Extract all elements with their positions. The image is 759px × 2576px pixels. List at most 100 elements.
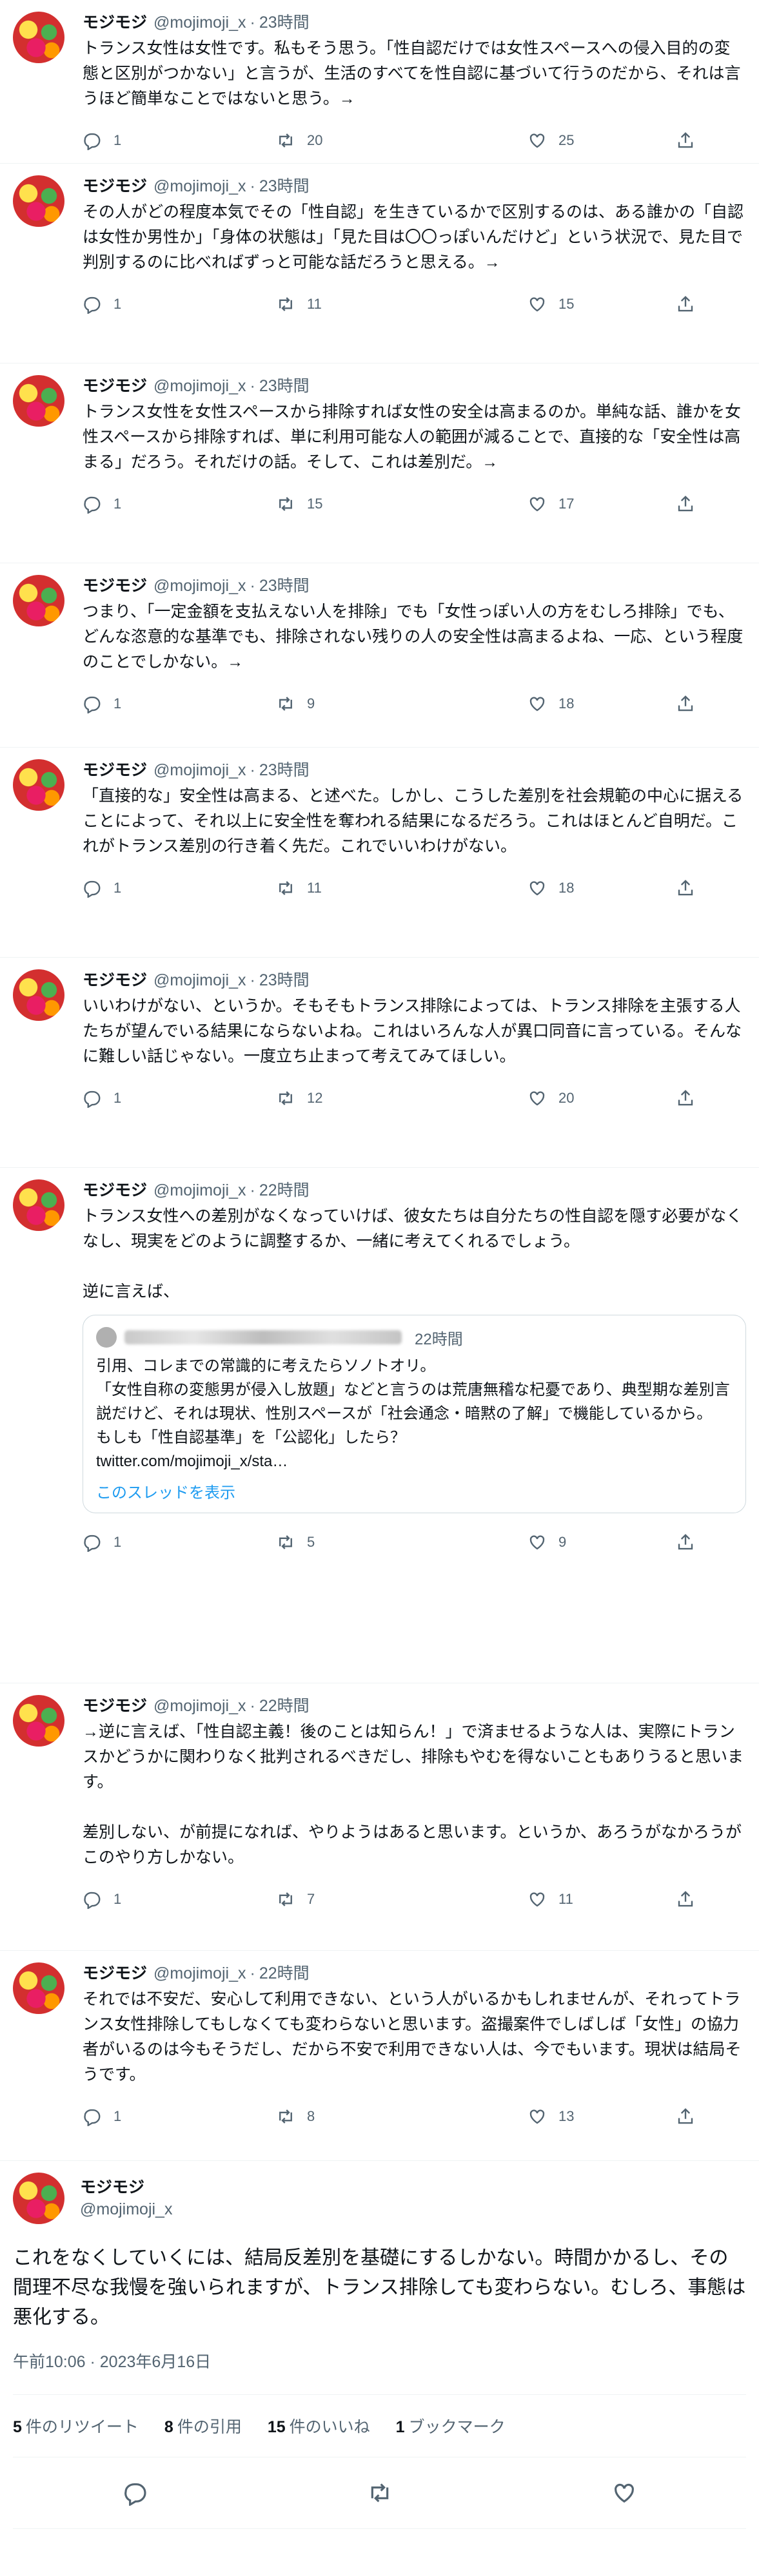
like-button[interactable]: 11 bbox=[527, 1890, 676, 1909]
reply-button[interactable]: 1 bbox=[83, 2107, 276, 2126]
retweet-button[interactable]: 20 bbox=[276, 131, 527, 150]
reply-button[interactable]: 1 bbox=[83, 1533, 276, 1552]
like-button[interactable]: 20 bbox=[527, 1089, 676, 1108]
share-button[interactable] bbox=[676, 1533, 695, 1552]
show-thread-link[interactable]: このスレッドを表示 bbox=[96, 1480, 733, 1502]
author-handle[interactable]: @mojimoji_x bbox=[153, 759, 246, 781]
author-handle[interactable]: @mojimoji_x bbox=[80, 2198, 172, 2220]
author-name[interactable]: モジモジ bbox=[83, 1695, 147, 1717]
avatar[interactable] bbox=[13, 759, 64, 811]
reply-button[interactable]: 1 bbox=[83, 878, 276, 898]
tweet[interactable]: モジモジ @mojimoji_x · 22時間 それでは不安だ、安心して利用でき… bbox=[0, 1951, 759, 2161]
retweet-button[interactable]: 11 bbox=[276, 878, 527, 898]
author-handle[interactable]: @mojimoji_x bbox=[153, 1179, 246, 1201]
tweet[interactable]: モジモジ @mojimoji_x · 22時間 →逆に言えば、「性自認主義！後の… bbox=[0, 1683, 759, 1951]
like-button[interactable]: 9 bbox=[527, 1533, 676, 1552]
avatar[interactable] bbox=[13, 1962, 64, 2014]
avatar[interactable] bbox=[13, 12, 64, 63]
likes-stat[interactable]: 15 件のいいね bbox=[268, 2414, 370, 2437]
share-button[interactable] bbox=[676, 295, 695, 314]
tweet-text: いいわけがない、というか。そもそもトランス排除によっては、トランス排除を主張する… bbox=[83, 997, 742, 1065]
avatar[interactable] bbox=[13, 175, 64, 227]
like-button[interactable]: 18 bbox=[527, 878, 676, 898]
tweet[interactable]: モジモジ @mojimoji_x · 23時間 「直接的な」安全性は高まる、と述… bbox=[0, 748, 759, 958]
author-handle[interactable]: @mojimoji_x bbox=[153, 575, 246, 597]
tweet-time[interactable]: 22時間 bbox=[259, 1695, 310, 1717]
share-button[interactable] bbox=[676, 131, 695, 150]
author-handle[interactable]: @mojimoji_x bbox=[153, 1695, 246, 1717]
author-handle[interactable]: @mojimoji_x bbox=[153, 175, 246, 197]
reply-icon[interactable] bbox=[123, 2480, 148, 2506]
heart-icon[interactable] bbox=[611, 2480, 637, 2506]
share-button[interactable] bbox=[676, 1089, 695, 1108]
tweet[interactable]: モジモジ @mojimoji_x · 23時間 つまり、「一定金額を支払えない人… bbox=[0, 563, 759, 748]
retweet-button[interactable]: 7 bbox=[276, 1890, 527, 1909]
retweet-count: 11 bbox=[307, 296, 322, 312]
bookmarks-stat[interactable]: 1 ブックマーク bbox=[396, 2414, 506, 2437]
like-button[interactable]: 13 bbox=[527, 2107, 676, 2126]
author-name[interactable]: モジモジ bbox=[83, 759, 147, 781]
author-name[interactable]: モジモジ bbox=[83, 375, 147, 397]
author-name[interactable]: モジモジ bbox=[83, 575, 147, 597]
tweet[interactable]: モジモジ @mojimoji_x · 23時間 いいわけがない、というか。そもそ… bbox=[0, 958, 759, 1168]
retweet-button[interactable]: 9 bbox=[276, 694, 527, 713]
tweet-time[interactable]: 22時間 bbox=[259, 1179, 310, 1201]
share-icon bbox=[678, 496, 693, 512]
reply-button[interactable]: 1 bbox=[83, 295, 276, 314]
share-button[interactable] bbox=[676, 694, 695, 713]
retweet-button[interactable]: 12 bbox=[276, 1089, 527, 1108]
retweet-button[interactable]: 5 bbox=[276, 1533, 527, 1552]
tweet-actions: 1 7 11 bbox=[83, 1879, 746, 1919]
tweet-time[interactable]: 23時間 bbox=[259, 175, 310, 197]
avatar[interactable] bbox=[13, 2173, 64, 2224]
like-button[interactable]: 15 bbox=[527, 295, 676, 314]
author-name[interactable]: モジモジ bbox=[83, 969, 147, 991]
retweets-stat[interactable]: 5 件のリツイート bbox=[13, 2414, 139, 2437]
author-name[interactable]: モジモジ bbox=[80, 2176, 172, 2198]
author-handle[interactable]: @mojimoji_x bbox=[153, 969, 246, 991]
share-button[interactable] bbox=[676, 878, 695, 898]
retweet-button[interactable]: 8 bbox=[276, 2107, 527, 2126]
tweet-time[interactable]: 23時間 bbox=[259, 12, 310, 34]
retweet-button[interactable]: 15 bbox=[276, 494, 527, 514]
avatar[interactable] bbox=[13, 969, 64, 1021]
tweet[interactable]: モジモジ @mojimoji_x · 23時間 トランス女性は女性です。私もそう… bbox=[0, 0, 759, 164]
reply-button[interactable]: 1 bbox=[83, 494, 276, 514]
avatar[interactable] bbox=[13, 375, 64, 427]
tweet-time[interactable]: 23時間 bbox=[259, 759, 310, 781]
author-handle[interactable]: @mojimoji_x bbox=[153, 1962, 246, 1984]
quoted-tweet[interactable]: 22時間 引用、コレまでの常識的に考えたらソノトオリ。 「女性自称の変態男が侵入… bbox=[83, 1315, 746, 1513]
tweet-time[interactable]: 22時間 bbox=[259, 1962, 310, 1984]
share-button[interactable] bbox=[676, 1890, 695, 1909]
reply-button[interactable]: 1 bbox=[83, 131, 276, 150]
avatar[interactable] bbox=[13, 575, 64, 626]
author-handle[interactable]: @mojimoji_x bbox=[153, 375, 246, 397]
reply-button[interactable]: 1 bbox=[83, 1890, 276, 1909]
focused-tweet-timestamp[interactable]: 午前10:06 · 2023年6月16日 bbox=[13, 2349, 746, 2372]
author-name[interactable]: モジモジ bbox=[83, 1179, 147, 1201]
tweet-time[interactable]: 23時間 bbox=[259, 969, 310, 991]
like-button[interactable]: 25 bbox=[527, 131, 676, 150]
author-name[interactable]: モジモジ bbox=[83, 12, 147, 34]
retweet-button[interactable]: 11 bbox=[276, 295, 527, 314]
share-button[interactable] bbox=[676, 2107, 695, 2126]
tweet[interactable]: モジモジ @mojimoji_x · 23時間 その人がどの程度本気でその「性自… bbox=[0, 164, 759, 363]
author-name[interactable]: モジモジ bbox=[83, 1962, 147, 1984]
tweet-time[interactable]: 23時間 bbox=[259, 375, 310, 397]
tweet[interactable]: モジモジ @mojimoji_x · 23時間 トランス女性を女性スペースから排… bbox=[0, 363, 759, 563]
retweet-icon[interactable] bbox=[367, 2480, 393, 2506]
author-handle[interactable]: @mojimoji_x bbox=[153, 12, 246, 34]
like-button[interactable]: 17 bbox=[527, 494, 676, 514]
author-name[interactable]: モジモジ bbox=[83, 175, 147, 197]
like-count: 15 bbox=[558, 296, 575, 312]
quotes-stat[interactable]: 8 件の引用 bbox=[164, 2414, 242, 2437]
reply-button[interactable]: 1 bbox=[83, 1089, 276, 1108]
tweet-time[interactable]: 23時間 bbox=[259, 575, 310, 597]
retweet-count: 5 bbox=[307, 1534, 315, 1550]
reply-button[interactable]: 1 bbox=[83, 694, 276, 713]
tweet[interactable]: モジモジ @mojimoji_x · 22時間 トランス女性への差別がなくなって… bbox=[0, 1168, 759, 1683]
avatar[interactable] bbox=[13, 1179, 64, 1231]
share-button[interactable] bbox=[676, 494, 695, 514]
avatar[interactable] bbox=[13, 1695, 64, 1747]
like-button[interactable]: 18 bbox=[527, 694, 676, 713]
